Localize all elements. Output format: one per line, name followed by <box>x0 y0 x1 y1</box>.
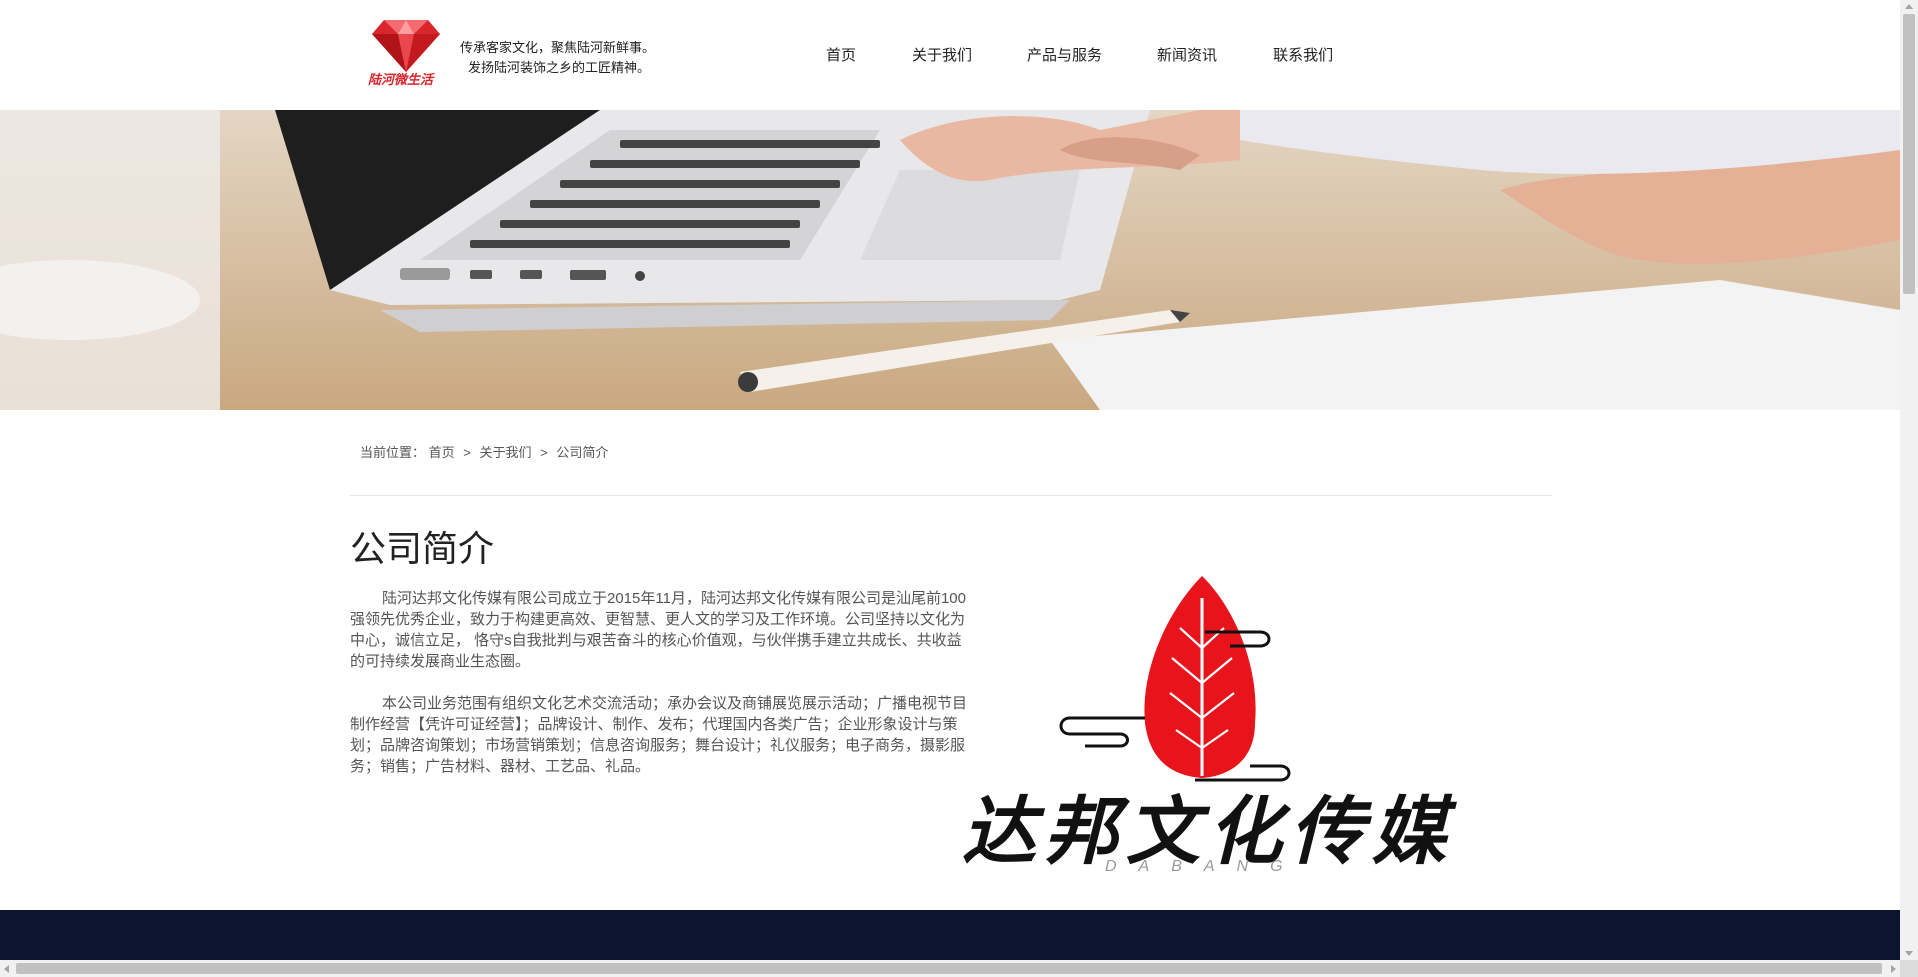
slogan-line-2: 发扬陆河装饰之乡的工匠精神。 <box>468 60 651 75</box>
horizontal-scrollbar[interactable] <box>0 960 1900 977</box>
intro-paragraph-2: 本公司业务范围有组织文化艺术交流活动；承办会议及商铺展览展示活动；广播电视节目制… <box>350 695 968 775</box>
scroll-right-icon[interactable] <box>1891 965 1896 973</box>
main-nav: 首页 关于我们 产品与服务 新闻资讯 联系我们 <box>826 44 1389 65</box>
banner-image <box>0 110 1900 410</box>
breadcrumb-prefix: 当前位置： <box>360 445 426 460</box>
nav-about[interactable]: 关于我们 <box>912 44 972 65</box>
nav-home[interactable]: 首页 <box>826 44 856 65</box>
breadcrumb: 当前位置： 首页 > 关于我们 > 公司简介 <box>360 442 608 461</box>
intro-paragraph-1: 陆河达邦文化传媒有限公司成立于2015年11月，陆河达邦文化传媒有限公司是汕尾前… <box>350 590 966 670</box>
scroll-thumb[interactable] <box>1903 14 1915 294</box>
slogan-line-1: 传承客家文化，聚焦陆河新鲜事。 <box>460 40 656 55</box>
breadcrumb-home-link[interactable]: 首页 <box>429 445 455 460</box>
nav-contact[interactable]: 联系我们 <box>1273 44 1333 65</box>
scroll-up-icon[interactable] <box>1905 4 1913 9</box>
nav-news[interactable]: 新闻资讯 <box>1157 44 1217 65</box>
breadcrumb-separator: > <box>540 445 548 460</box>
vertical-scrollbar[interactable] <box>1900 0 1918 960</box>
nav-products[interactable]: 产品与服务 <box>1027 44 1102 65</box>
breadcrumb-current[interactable]: 公司简介 <box>556 445 608 460</box>
company-intro: 陆河达邦文化传媒有限公司成立于2015年11月，陆河达邦文化传媒有限公司是汕尾前… <box>350 588 970 798</box>
breadcrumb-about-link[interactable]: 关于我们 <box>480 445 532 460</box>
slogan: 传承客家文化，聚焦陆河新鲜事。 发扬陆河装饰之乡的工匠精神。 <box>460 38 655 78</box>
page-title: 公司简介 <box>350 528 495 569</box>
breadcrumb-separator: > <box>463 445 471 460</box>
site-header: 陆河微生活 传承客家文化，聚焦陆河新鲜事。 发扬陆河装饰之乡的工匠精神。 首页 … <box>0 0 1900 110</box>
logo-text: 陆河微生活 <box>368 73 434 88</box>
scroll-left-icon[interactable] <box>4 965 9 973</box>
scroll-down-icon[interactable] <box>1905 951 1913 956</box>
scrollbar-corner <box>1900 960 1918 977</box>
site-footer <box>0 910 1900 962</box>
scroll-thumb-horizontal[interactable] <box>16 963 1882 974</box>
laptop-desk-illustration <box>0 110 1900 410</box>
brand-subtitle: DABANG <box>1105 858 1305 875</box>
divider <box>350 495 1552 496</box>
